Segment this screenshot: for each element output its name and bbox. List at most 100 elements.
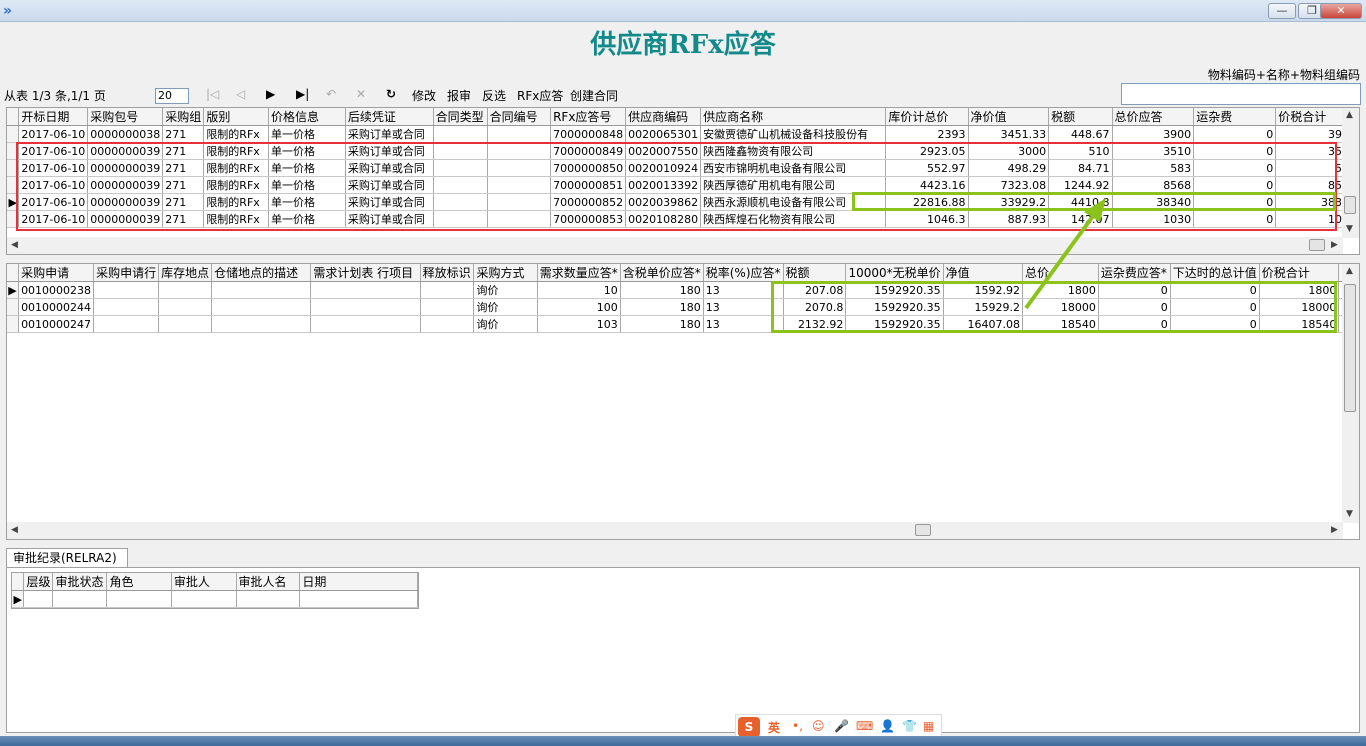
table-cell[interactable]: 0010000238	[18, 281, 95, 299]
table-cell[interactable]: 100	[537, 298, 621, 316]
column-header[interactable]: 采购包号	[87, 108, 164, 126]
table-cell[interactable]: 10	[537, 281, 621, 299]
ime-user-icon[interactable]: 👤	[880, 719, 895, 733]
table-cell[interactable]: 限制的RFx	[203, 125, 270, 143]
table-row[interactable]: ▶	[12, 590, 418, 608]
table-cell[interactable]	[211, 298, 312, 316]
minimize-button[interactable]: —	[1268, 3, 1296, 19]
upper-vertical-scrollbar[interactable]: ▲ ▼	[1342, 108, 1359, 238]
column-header[interactable]: 10000*无税单价	[845, 264, 944, 282]
column-header[interactable]: RFx应答号	[550, 108, 627, 126]
table-cell[interactable]	[420, 315, 475, 333]
table-cell[interactable]	[158, 315, 213, 333]
column-header[interactable]: 仓储地点的描述	[211, 264, 312, 282]
refresh-icon[interactable]: ↻	[386, 87, 396, 101]
column-header[interactable]: 采购申请	[18, 264, 95, 282]
scroll-right-icon[interactable]: ▶	[1331, 525, 1338, 535]
ime-menu-icon[interactable]: ▦	[923, 719, 934, 733]
table-cell[interactable]: 询价	[473, 298, 538, 316]
column-header[interactable]: 后续凭证	[345, 108, 434, 126]
cancel-icon[interactable]: ✕	[356, 87, 366, 101]
scroll-left-icon[interactable]: ◀	[11, 240, 18, 250]
table-cell[interactable]: 271	[162, 125, 205, 143]
table-cell[interactable]	[487, 125, 552, 143]
table-cell[interactable]: 询价	[473, 281, 538, 299]
table-cell[interactable]	[310, 281, 421, 299]
row-selector[interactable]	[7, 315, 20, 333]
column-header[interactable]: 下达时的总计值	[1170, 264, 1260, 282]
table-cell[interactable]: 单一价格	[268, 125, 346, 143]
column-header[interactable]: 总价应答	[1112, 108, 1195, 126]
lower-horizontal-scrollbar[interactable]: ◀ ▶	[7, 522, 1343, 539]
column-header[interactable]: 层级	[23, 573, 54, 591]
column-header[interactable]: 价税合计	[1259, 264, 1340, 282]
table-cell[interactable]: 0010000244	[18, 298, 95, 316]
ime-voice-icon[interactable]: 🎤	[834, 719, 849, 733]
table-cell[interactable]: 2017-06-10	[18, 125, 89, 143]
column-header[interactable]: 日期	[299, 573, 418, 591]
row-selector[interactable]	[7, 125, 20, 143]
last-page-icon[interactable]: ▶|	[296, 87, 309, 101]
table-cell[interactable]: 0	[1193, 125, 1277, 143]
scroll-thumb[interactable]	[915, 524, 931, 536]
prev-page-icon[interactable]: ◁	[236, 87, 245, 101]
next-page-icon[interactable]: ▶	[266, 87, 275, 101]
column-header[interactable]: 需求数量应答*	[537, 264, 621, 282]
column-header[interactable]: 含税单价应答*	[620, 264, 704, 282]
undo-icon[interactable]: ↶	[326, 87, 336, 101]
column-header[interactable]: 审批人	[171, 573, 237, 591]
scroll-up-icon[interactable]: ▲	[1346, 266, 1353, 276]
column-header[interactable]: 角色	[106, 573, 172, 591]
scroll-up-icon[interactable]: ▲	[1346, 110, 1353, 120]
table-cell[interactable]	[211, 315, 312, 333]
table-cell[interactable]: 3451.33	[968, 125, 1050, 143]
column-header[interactable]: 需求计划表 行项目	[310, 264, 421, 282]
table-cell[interactable]	[158, 298, 213, 316]
column-header[interactable]: 运杂费	[1193, 108, 1277, 126]
close-button[interactable]: ✕	[1320, 3, 1362, 19]
column-header[interactable]: 采购组	[162, 108, 205, 126]
column-header[interactable]: 审批人名	[236, 573, 301, 591]
upper-horizontal-scrollbar[interactable]: ◀ ▶	[7, 237, 1343, 254]
scroll-thumb[interactable]	[1344, 196, 1356, 214]
create-contract-button[interactable]: 创建合同	[570, 87, 618, 104]
table-cell[interactable]	[93, 315, 160, 333]
lower-vertical-scrollbar[interactable]: ▲ ▼	[1342, 264, 1359, 523]
ime-skin-icon[interactable]: 👕	[902, 719, 917, 733]
column-header[interactable]: 版别	[203, 108, 270, 126]
column-header[interactable]: 合同类型	[433, 108, 488, 126]
table-cell[interactable]: 103	[537, 315, 621, 333]
column-header[interactable]: 净价值	[968, 108, 1050, 126]
table-cell[interactable]	[93, 298, 160, 316]
scroll-right-icon[interactable]: ▶	[1331, 240, 1338, 250]
scroll-down-icon[interactable]: ▼	[1346, 224, 1353, 234]
column-header[interactable]: 价格信息	[268, 108, 346, 126]
current-row-marker-icon[interactable]: ▶	[7, 281, 20, 299]
table-cell[interactable]	[211, 281, 312, 299]
table-cell[interactable]	[420, 281, 475, 299]
table-cell[interactable]	[158, 281, 213, 299]
table-cell[interactable]: 180	[620, 315, 704, 333]
scroll-thumb[interactable]	[1309, 239, 1325, 251]
column-header[interactable]: 开标日期	[18, 108, 89, 126]
column-header[interactable]: 合同编号	[487, 108, 552, 126]
column-header[interactable]: 税额	[1048, 108, 1113, 126]
column-header[interactable]: 供应商编码	[625, 108, 702, 126]
column-header[interactable]: 审批状态	[52, 573, 108, 591]
table-row[interactable]: 2017-06-10 0000000038 271 限制的RFx 单一价格 采购订单或合同…	[7, 125, 1359, 143]
table-cell[interactable]: 180	[620, 281, 704, 299]
scroll-left-icon[interactable]: ◀	[11, 525, 18, 535]
table-cell[interactable]: 0020065301	[625, 125, 702, 143]
ime-logo-icon[interactable]: S	[738, 717, 760, 737]
rfx-reply-button[interactable]: RFx应答	[517, 87, 563, 104]
first-page-icon[interactable]: |◁	[206, 87, 219, 101]
table-cell[interactable]: 2393	[885, 125, 969, 143]
review-button[interactable]: 报审	[447, 87, 471, 104]
table-cell[interactable]: 0010000247	[18, 315, 95, 333]
table-cell[interactable]	[420, 298, 475, 316]
column-header[interactable]: 释放标识	[420, 264, 475, 282]
column-header[interactable]: 库价计总价	[885, 108, 969, 126]
tab-approval-record[interactable]: 审批纪录(RELRA2) x	[6, 548, 128, 584]
table-cell[interactable]: 0000000038	[87, 125, 164, 143]
search-input[interactable]	[1121, 83, 1361, 105]
